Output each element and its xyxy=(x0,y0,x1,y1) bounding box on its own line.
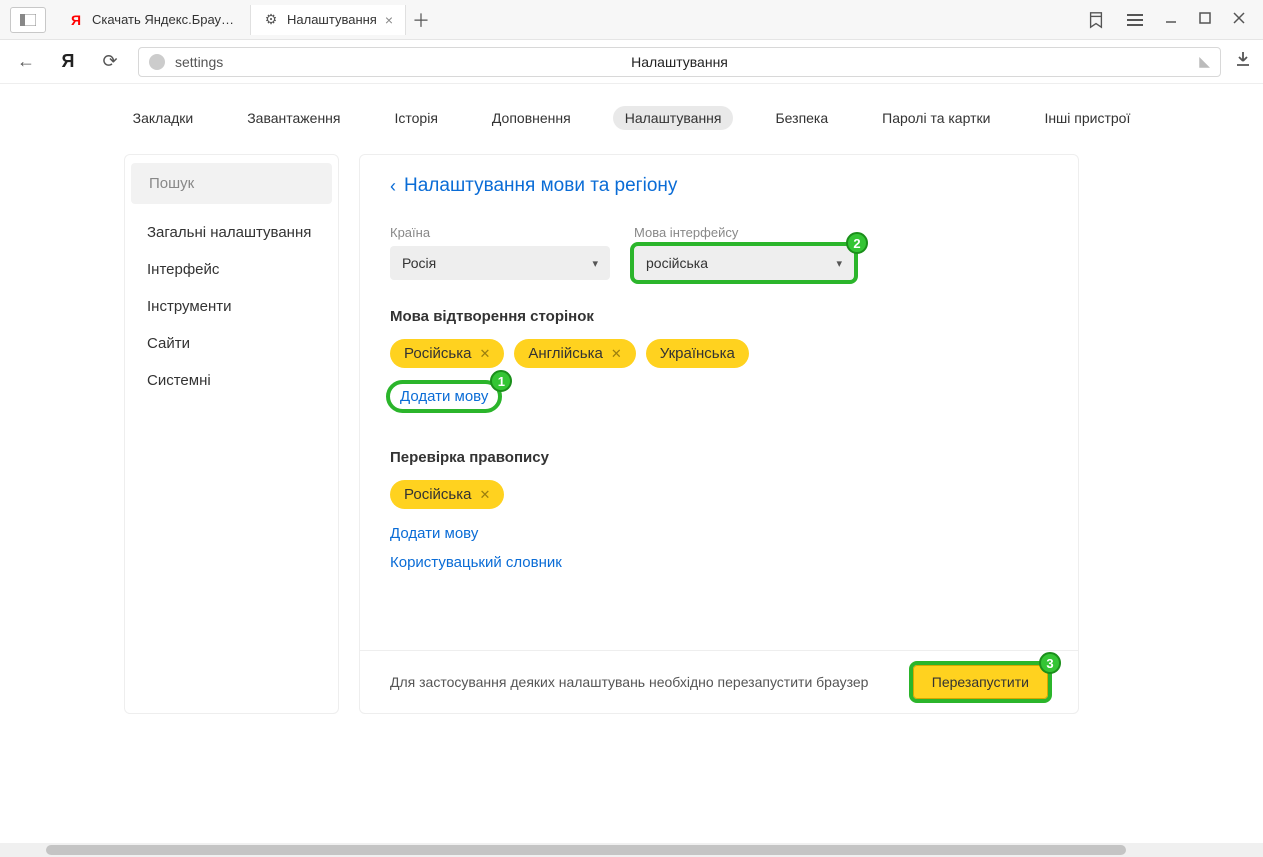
sidebar-item-tools[interactable]: Інструменти xyxy=(125,288,338,325)
sidebar-item-system[interactable]: Системні xyxy=(125,362,338,399)
page-title: Налаштування мови та регіону xyxy=(404,175,677,197)
add-page-language-link[interactable]: Додати мову 1 xyxy=(390,384,498,409)
settings-page: Закладки Завантаження Історія Доповнення… xyxy=(0,84,1263,857)
scrollbar-thumb[interactable] xyxy=(46,845,1126,855)
ui-language-select[interactable]: російська ▾ 2 xyxy=(634,246,854,280)
back-to-parent-link[interactable]: ‹ Налаштування мови та регіону xyxy=(390,175,1048,197)
remove-chip-icon[interactable]: ✕ xyxy=(479,487,490,503)
chevron-down-icon: ▾ xyxy=(592,257,598,270)
language-chip[interactable]: Російська✕ xyxy=(390,480,504,509)
back-button[interactable]: ← xyxy=(12,51,40,72)
country-select[interactable]: Росія ▾ xyxy=(390,246,610,280)
sidebar-item-general[interactable]: Загальні налаштування xyxy=(125,214,338,251)
gear-icon: ⚙ xyxy=(263,12,279,28)
window-controls xyxy=(1069,11,1263,29)
home-button[interactable]: Я xyxy=(54,51,82,72)
page-language-chips: Російська✕ Англійська✕ Українська xyxy=(390,339,1048,368)
restart-button[interactable]: Перезапустити 3 xyxy=(913,665,1048,699)
tab-title: Скачать Яндекс.Браузер д xyxy=(92,12,238,27)
minimize-button[interactable] xyxy=(1165,11,1177,29)
sidebar-item-interface[interactable]: Інтерфейс xyxy=(125,251,338,288)
country-label: Країна xyxy=(390,225,610,240)
secnav-settings[interactable]: Налаштування xyxy=(613,106,734,130)
tab-settings[interactable]: ⚙ Налаштування × xyxy=(251,5,406,35)
sidebar-item-sites[interactable]: Сайти xyxy=(125,325,338,362)
restart-hint: Для застосування деяких налаштувань необ… xyxy=(390,674,868,690)
sidebar-toggle-button[interactable] xyxy=(10,7,46,33)
add-spell-language-link[interactable]: Додати мову xyxy=(390,525,478,542)
secnav-security[interactable]: Безпека xyxy=(763,106,840,130)
annotation-badge-3: 3 xyxy=(1039,652,1061,674)
user-dictionary-link[interactable]: Користувацький словник xyxy=(390,554,562,571)
close-tab-icon[interactable]: × xyxy=(385,12,393,28)
secnav-downloads[interactable]: Завантаження xyxy=(235,106,352,130)
settings-footer: Для застосування деяких налаштувань необ… xyxy=(360,650,1078,713)
chevron-down-icon: ▾ xyxy=(836,257,842,270)
language-chip[interactable]: Російська✕ xyxy=(390,339,504,368)
bookmark-flag-icon[interactable]: ◣ xyxy=(1199,53,1210,70)
new-tab-button[interactable]: ＋ xyxy=(406,7,436,33)
address-bar[interactable]: settings Налаштування ◣ xyxy=(138,47,1221,77)
remove-chip-icon[interactable]: ✕ xyxy=(479,346,490,362)
address-text: settings xyxy=(175,54,223,70)
remove-chip-icon[interactable]: ✕ xyxy=(611,346,622,362)
site-info-icon[interactable] xyxy=(149,54,165,70)
settings-search-input[interactable]: Пошук xyxy=(131,163,332,204)
spellcheck-heading: Перевірка правопису xyxy=(390,449,1048,466)
ui-language-label: Мова інтерфейсу xyxy=(634,225,854,240)
bookmarks-icon[interactable] xyxy=(1087,11,1105,29)
annotation-badge-1: 1 xyxy=(490,370,512,392)
secnav-addons[interactable]: Доповнення xyxy=(480,106,583,130)
horizontal-scrollbar[interactable] xyxy=(0,843,1263,857)
spellcheck-chips: Російська✕ xyxy=(390,480,1048,509)
secnav-devices[interactable]: Інші пристрої xyxy=(1032,106,1142,130)
title-bar: Я Скачать Яндекс.Браузер д ⚙ Налаштуванн… xyxy=(0,0,1263,40)
secnav-history[interactable]: Історія xyxy=(383,106,450,130)
language-chip[interactable]: Українська xyxy=(646,339,749,368)
close-window-button[interactable] xyxy=(1233,11,1245,29)
ui-language-value: російська xyxy=(646,255,708,271)
secnav-bookmarks[interactable]: Закладки xyxy=(121,106,206,130)
toolbar: ← Я ⟳ settings Налаштування ◣ xyxy=(0,40,1263,84)
downloads-button[interactable] xyxy=(1235,51,1251,72)
secnav-passwords[interactable]: Паролі та картки xyxy=(870,106,1002,130)
chevron-left-icon: ‹ xyxy=(390,176,396,197)
tab-title: Налаштування xyxy=(287,12,377,27)
menu-icon[interactable] xyxy=(1127,13,1143,27)
settings-sidebar: Пошук Загальні налаштування Інтерфейс Ін… xyxy=(124,154,339,714)
page-language-heading: Мова відтворення сторінок xyxy=(390,308,1048,325)
annotation-badge-2: 2 xyxy=(846,232,868,254)
reload-button[interactable]: ⟳ xyxy=(96,51,124,72)
country-value: Росія xyxy=(402,255,436,271)
maximize-button[interactable] xyxy=(1199,11,1211,29)
address-page-title: Налаштування xyxy=(631,54,728,70)
language-chip[interactable]: Англійська✕ xyxy=(514,339,635,368)
tab-yandex-download[interactable]: Я Скачать Яндекс.Браузер д xyxy=(56,5,251,35)
yandex-icon: Я xyxy=(68,12,84,28)
settings-tabs: Закладки Завантаження Історія Доповнення… xyxy=(0,84,1263,154)
settings-content: ‹ Налаштування мови та регіону Країна Ро… xyxy=(359,154,1079,714)
